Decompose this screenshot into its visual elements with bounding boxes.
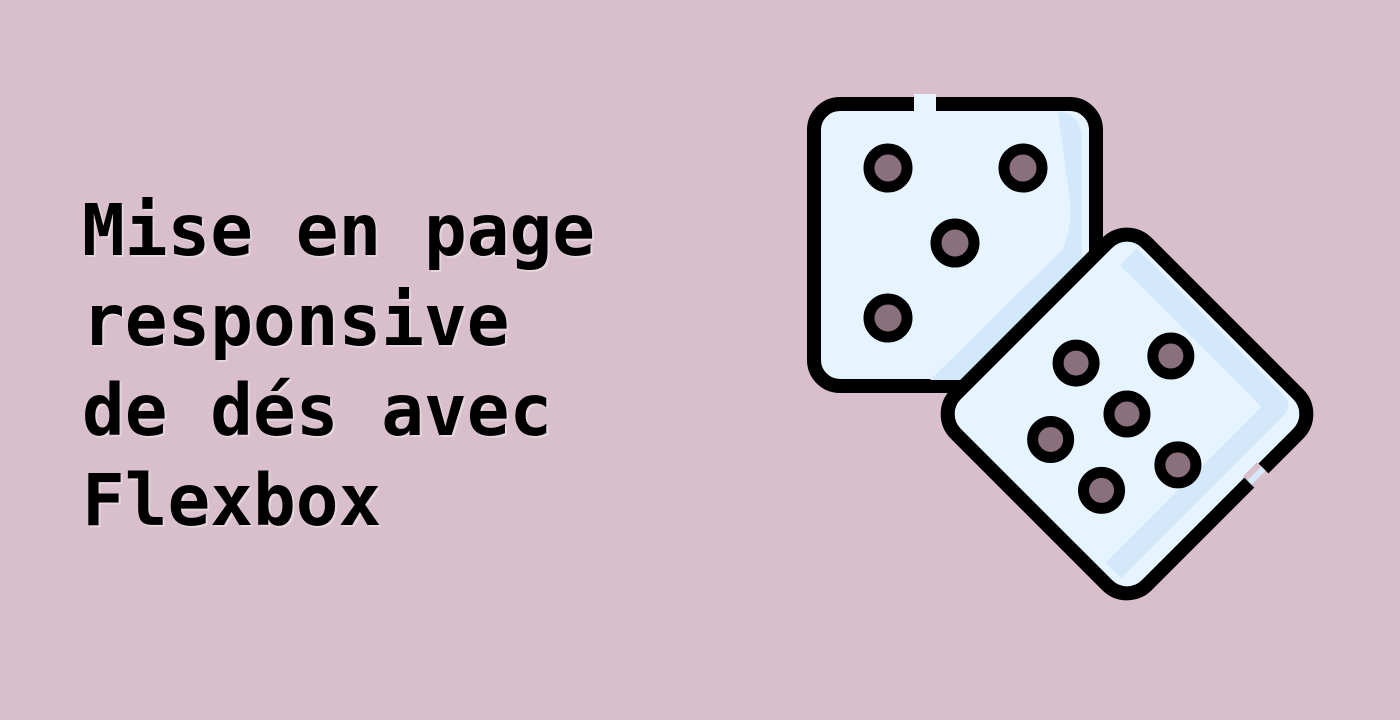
banner: Mise en page responsive de dés avec Flex… [0, 0, 1400, 720]
title-line-2: responsive [82, 279, 510, 362]
dice-icon [807, 94, 1314, 601]
page-title: Mise en page responsive de dés avec Flex… [82, 186, 722, 546]
title-line-3: de dés avec [82, 369, 553, 452]
title-line-4: Flexbox [82, 459, 382, 542]
title-line-1: Mise en page [82, 189, 595, 272]
